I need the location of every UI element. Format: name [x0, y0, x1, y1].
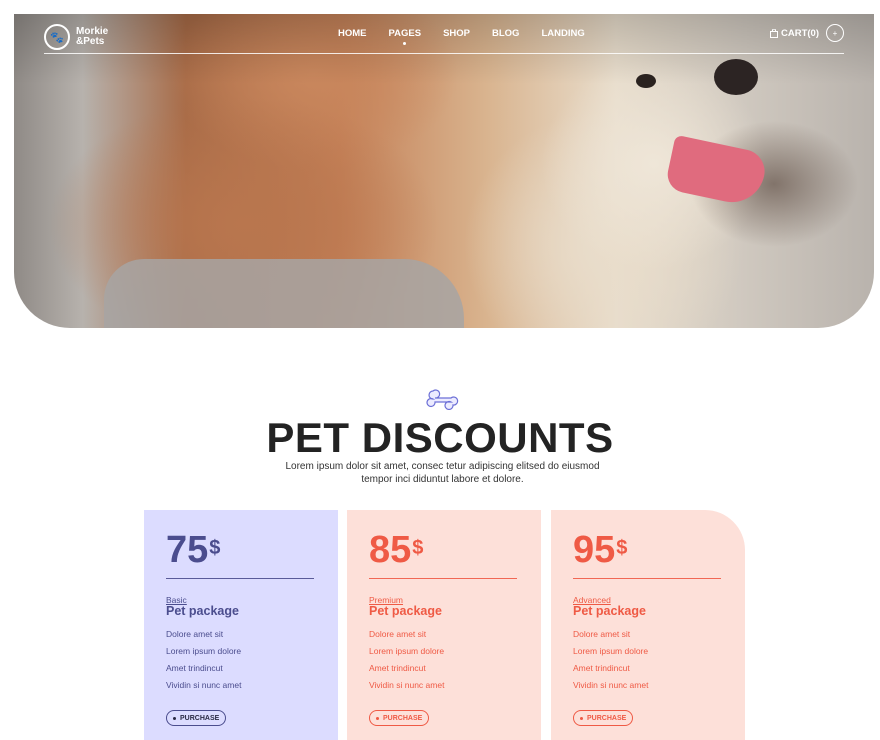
price-divider [166, 578, 314, 579]
feature-list: Dolore amet sit Lorem ipsum dolore Amet … [369, 629, 444, 697]
feature-list: Dolore amet sit Lorem ipsum dolore Amet … [573, 629, 648, 697]
hero-image: 🐾 Morkie &Pets HOME PAGES SHOP BLOG LAND… [14, 14, 874, 328]
price: 95$ [573, 530, 627, 570]
price-value: 95 [573, 529, 616, 571]
feature-item: Dolore amet sit [166, 629, 224, 639]
package-name: Pet package [369, 604, 442, 618]
feature-item: Lorem ipsum dolore [369, 646, 445, 656]
purchase-label: PURCHASE [587, 714, 627, 722]
pricing-card-advanced: 95$ Advanced Pet package Dolore amet sit… [551, 510, 745, 740]
dog-eye-shape [636, 74, 656, 88]
nav-item-blog[interactable]: BLOG [492, 28, 519, 39]
feature-item: Dolore amet sit [369, 629, 427, 639]
feature-item: Lorem ipsum dolore [166, 646, 242, 656]
pricing-card-premium: 85$ Premium Pet package Dolore amet sit … [347, 510, 541, 740]
feature-item: Lorem ipsum dolore [573, 646, 649, 656]
cart-label: CART(0) [781, 28, 819, 39]
hero-shirt-shape [104, 259, 464, 328]
price-divider [369, 578, 517, 579]
feature-item: Vividin si nunc amet [573, 680, 649, 690]
logo-text: Morkie &Pets [76, 27, 112, 47]
nav-item-shop[interactable]: SHOP [443, 28, 470, 39]
paw-logo-icon: 🐾 [44, 24, 70, 50]
package-name: Pet package [166, 604, 239, 618]
top-navigation: 🐾 Morkie &Pets HOME PAGES SHOP BLOG LAND… [44, 22, 844, 62]
price-divider [573, 578, 721, 579]
dot-icon [376, 716, 379, 720]
nav-item-landing[interactable]: LANDING [541, 28, 584, 39]
dog-tongue-shape [664, 134, 769, 209]
feature-item: Amet trindincut [166, 663, 223, 673]
price-value: 75 [166, 529, 209, 571]
feature-item: Amet trindincut [573, 663, 630, 673]
logo[interactable]: 🐾 Morkie &Pets [44, 24, 112, 50]
price: 85$ [369, 530, 423, 570]
logo-line-2: &Pets [76, 36, 105, 47]
nav-item-pages[interactable]: PAGES [389, 28, 421, 45]
currency-symbol: $ [616, 537, 628, 559]
nav-divider [44, 53, 844, 54]
dot-icon [580, 716, 583, 720]
purchase-button[interactable]: PURCHASE [166, 710, 227, 726]
cart-link[interactable]: CART(0) [770, 28, 819, 39]
price: 75$ [166, 530, 220, 570]
bone-icon [426, 389, 459, 410]
purchase-button[interactable]: PURCHASE [573, 710, 634, 726]
main-menu: HOME PAGES SHOP BLOG LANDING [338, 28, 585, 45]
purchase-button[interactable]: PURCHASE [369, 710, 430, 726]
feature-item: Vividin si nunc amet [166, 680, 242, 690]
dog-nose-shape [714, 59, 758, 95]
dot-icon [173, 716, 176, 720]
feature-item: Dolore amet sit [573, 629, 631, 639]
package-name: Pet package [573, 604, 646, 618]
feature-item: Vividin si nunc amet [369, 680, 445, 690]
currency-symbol: $ [412, 537, 424, 559]
price-value: 85 [369, 529, 412, 571]
pricing-card-basic: 75$ Basic Pet package Dolore amet sit Lo… [144, 510, 338, 740]
purchase-label: PURCHASE [383, 714, 423, 722]
plus-circle-button[interactable]: + [826, 24, 844, 42]
purchase-label: PURCHASE [180, 714, 220, 722]
feature-list: Dolore amet sit Lorem ipsum dolore Amet … [166, 629, 241, 697]
nav-item-home[interactable]: HOME [338, 28, 367, 39]
section-subtitle: Lorem ipsum dolor sit amet, consec tetur… [285, 461, 600, 485]
shopping-bag-icon [770, 29, 778, 38]
section-title: PET DISCOUNTS [266, 414, 614, 461]
feature-item: Amet trindincut [369, 663, 426, 673]
currency-symbol: $ [209, 537, 221, 559]
